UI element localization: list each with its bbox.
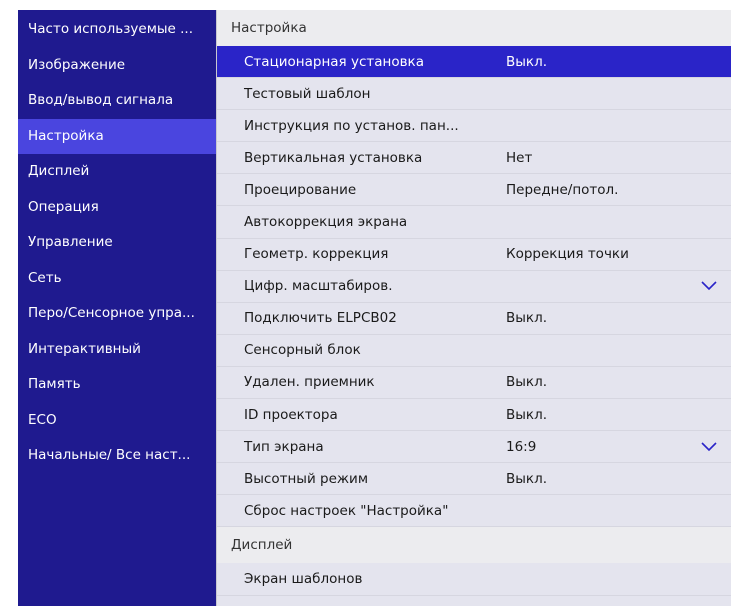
sidebar-item-display[interactable]: Дисплей (18, 154, 216, 190)
menu-row-projection[interactable]: Проецирование Передне/потол. (217, 174, 731, 207)
sidebar-item-memory[interactable]: Память (18, 367, 216, 403)
sidebar: Часто используемые ... Изображение Ввод/… (18, 10, 216, 606)
row-value: Выкл. (506, 406, 547, 423)
menu-row-connect-elpcb02[interactable]: Подключить ELPCB02 Выкл. (217, 302, 731, 335)
row-label: Подключить ELPCB02 (244, 310, 397, 327)
menu-row-remote-receiver[interactable]: Удален. приемник Выкл. (217, 366, 731, 400)
row-value: Передне/потол. (506, 181, 619, 198)
section-title-display: Дисплей (217, 527, 731, 564)
menu-row-high-altitude[interactable]: Высотный режим Выкл. (217, 463, 731, 496)
row-label: Тип экрана (244, 438, 324, 455)
row-label: Стационарная установка (244, 53, 424, 70)
sidebar-item-eco[interactable]: ECO (18, 403, 216, 439)
sidebar-item-operation[interactable]: Операция (18, 190, 216, 226)
row-value: Выкл. (506, 310, 547, 327)
row-label: Автокоррекция экрана (244, 213, 408, 230)
sidebar-item-image[interactable]: Изображение (18, 48, 216, 84)
row-label: Сброс настроек "Настройка" (244, 502, 449, 519)
row-value: Нет (506, 149, 533, 166)
menu-row-auto-screen-correction[interactable]: Автокоррекция экрана (217, 206, 731, 239)
sidebar-item-initial-all[interactable]: Начальные/ Все наст... (18, 438, 216, 474)
sidebar-item-network[interactable]: Сеть (18, 261, 216, 297)
chevron-down-icon[interactable] (701, 431, 717, 462)
sidebar-item-frequent[interactable]: Часто используемые ... (18, 12, 216, 48)
sidebar-item-signal-io[interactable]: Ввод/вывод сигнала (18, 83, 216, 119)
menu-row-panel-install-guide[interactable]: Инструкция по установ. пан... (217, 110, 731, 143)
menu-row-touch-unit[interactable]: Сенсорный блок (217, 334, 731, 367)
row-value: Выкл. (506, 470, 547, 487)
menu-row-partial (217, 595, 731, 606)
row-label: Геометр. коррекция (244, 246, 389, 263)
menu-row-pattern-screen[interactable]: Экран шаблонов (217, 563, 731, 596)
row-value: Выкл. (506, 53, 547, 70)
row-label: Удален. приемник (244, 374, 375, 391)
row-label: Вертикальная установка (244, 149, 423, 166)
projector-menu: Часто используемые ... Изображение Ввод/… (18, 10, 731, 606)
row-value: Выкл. (506, 374, 547, 391)
menu-row-reset-settings[interactable]: Сброс настроек "Настройка" (217, 495, 731, 528)
section-title: Настройка (217, 10, 731, 46)
row-value: 16:9 (506, 438, 537, 455)
row-label: Высотный режим (244, 470, 369, 487)
row-label: Тестовый шаблон (244, 85, 371, 102)
settings-panel: Настройка Стационарная установка Выкл. Т… (216, 10, 731, 606)
row-label: Сенсорный блок (244, 342, 361, 359)
row-label: Цифр. масштабиров. (244, 278, 393, 295)
row-label: Инструкция по установ. пан... (244, 117, 459, 134)
row-label: Экран шаблонов (244, 570, 363, 587)
row-value: Коррекция точки (506, 246, 629, 263)
row-label: Проецирование (244, 181, 357, 198)
menu-row-stationary-install[interactable]: Стационарная установка Выкл. (217, 46, 731, 79)
menu-row-test-pattern[interactable]: Тестовый шаблон (217, 78, 731, 111)
menu-row-vertical-install[interactable]: Вертикальная установка Нет (217, 142, 731, 175)
menu-row-projector-id[interactable]: ID проектора Выкл. (217, 399, 731, 432)
row-label: ID проектора (244, 406, 338, 423)
sidebar-item-pen-touch[interactable]: Перо/Сенсорное упра... (18, 296, 216, 332)
menu-row-digital-zoom[interactable]: Цифр. масштабиров. (217, 270, 731, 303)
sidebar-item-management[interactable]: Управление (18, 225, 216, 261)
sidebar-item-settings[interactable]: Настройка (18, 118, 216, 154)
menu-row-screen-type[interactable]: Тип экрана 16:9 (217, 431, 731, 464)
menu-row-geometry-correction[interactable]: Геометр. коррекция Коррекция точки (217, 238, 731, 271)
sidebar-item-interactive[interactable]: Интерактивный (18, 332, 216, 368)
chevron-down-icon[interactable] (701, 271, 717, 302)
